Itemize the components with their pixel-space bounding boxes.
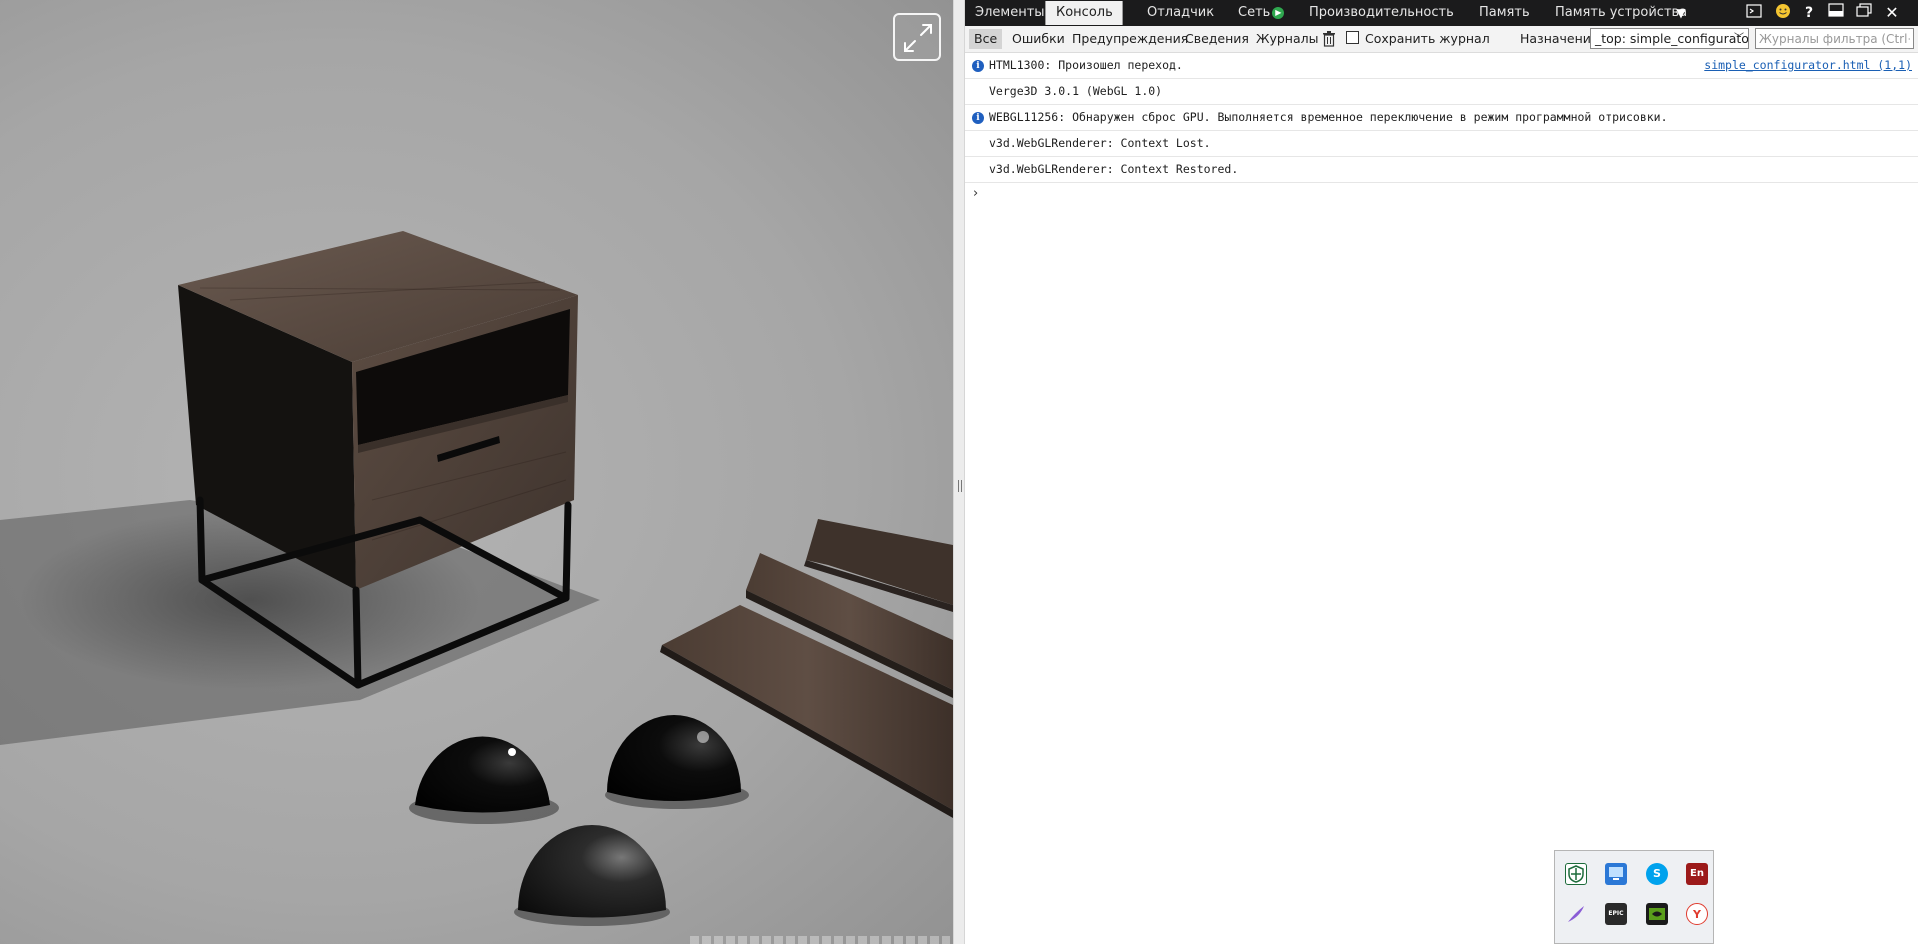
tab-memory[interactable]: Память — [1469, 1, 1540, 25]
target-label: Назначение — [1520, 31, 1599, 46]
tab-network-label: Сеть — [1238, 5, 1271, 20]
message-text: v3d.WebGLRenderer: Context Restored. — [989, 162, 1239, 176]
console-filter-input[interactable] — [1755, 28, 1914, 49]
smiley-feedback-icon[interactable] — [1773, 3, 1793, 23]
close-icon[interactable]: ✕ — [1882, 3, 1902, 23]
message-text: Verge3D 3.0.1 (WebGL 1.0) — [989, 84, 1163, 98]
trash-icon — [1323, 31, 1335, 47]
info-icon: i — [972, 60, 984, 72]
keep-log-label: Сохранить журнал — [1365, 31, 1490, 46]
help-icon[interactable]: ? — [1799, 3, 1819, 23]
system-tray-overflow: S En EPIC Y — [1554, 850, 1714, 944]
console-prompt-input[interactable]: › — [965, 183, 1918, 205]
webgl-canvas[interactable] — [0, 0, 953, 944]
record-play-icon: ▶ — [1272, 6, 1285, 19]
devtools-tabbar: Элементы Консоль Отладчик Сеть ▶ Производ… — [965, 0, 1918, 26]
console-message: v3d.WebGLRenderer: Context Restored. — [965, 157, 1918, 183]
console-message: v3d.WebGLRenderer: Context Lost. — [965, 131, 1918, 157]
console-icon[interactable] — [1744, 3, 1764, 23]
yandex-browser-icon[interactable]: Y — [1686, 903, 1708, 925]
filter-logs[interactable]: Журналы — [1251, 29, 1324, 49]
tab-console[interactable]: Консоль — [1045, 1, 1123, 25]
filter-warnings[interactable]: Предупреждения — [1067, 29, 1193, 49]
sphere-right — [607, 715, 741, 801]
console-filterbar: Все Ошибки Предупреждения Сведения Журна… — [965, 26, 1918, 53]
dictionary-en-icon[interactable]: En — [1686, 863, 1708, 885]
dock-icon[interactable] — [1826, 3, 1846, 23]
target-select-value: _top: simple_configurator — [1595, 31, 1749, 46]
prompt-chevron-icon: › — [973, 186, 979, 201]
splitter-grip-icon — [958, 480, 962, 492]
target-select[interactable]: _top: simple_configurator ﹀ — [1590, 28, 1749, 49]
info-icon: i — [972, 112, 984, 124]
undock-icon[interactable] — [1854, 3, 1874, 23]
sphere-left — [415, 736, 550, 813]
filter-info[interactable]: Сведения — [1180, 29, 1254, 49]
pane-splitter[interactable] — [953, 0, 965, 944]
scene-render — [0, 231, 953, 926]
console-output: i HTML1300: Произошел переход. simple_co… — [965, 53, 1918, 944]
more-tabs-icon[interactable]: ▼ — [1671, 3, 1691, 23]
tab-elements[interactable]: Элементы — [965, 1, 1055, 25]
console-message: i WEBGL11256: Обнаружен сброс GPU. Выпол… — [965, 105, 1918, 131]
message-text: WEBGL11256: Обнаружен сброс GPU. Выполня… — [989, 110, 1668, 124]
message-source-link[interactable]: simple_configurator.html (1,1) — [1704, 53, 1912, 78]
message-text: HTML1300: Произошел переход. — [989, 58, 1183, 72]
filter-errors[interactable]: Ошибки — [1007, 29, 1070, 49]
tab-debugger[interactable]: Отладчик — [1137, 1, 1224, 25]
tab-performance[interactable]: Производительность — [1299, 1, 1464, 25]
feather-pen-icon[interactable] — [1565, 903, 1587, 925]
message-text: v3d.WebGLRenderer: Context Lost. — [989, 136, 1211, 150]
console-message: Verge3D 3.0.1 (WebGL 1.0) — [965, 79, 1918, 105]
network-monitor-icon[interactable] — [1605, 863, 1627, 885]
skype-icon[interactable]: S — [1646, 863, 1668, 885]
console-message: i HTML1300: Произошел переход. simple_co… — [965, 53, 1918, 79]
keep-log-checkbox[interactable]: Сохранить журнал — [1346, 29, 1490, 49]
nvidia-icon[interactable] — [1646, 903, 1668, 925]
devtools-panel: Элементы Консоль Отладчик Сеть ▶ Производ… — [965, 0, 1918, 944]
epic-games-icon[interactable]: EPIC — [1605, 903, 1627, 925]
fullscreen-button[interactable] — [893, 13, 941, 61]
clear-console-button[interactable] — [1322, 30, 1336, 48]
expand-arrows-icon — [904, 24, 932, 52]
chevron-down-icon: ﹀ — [1734, 33, 1744, 44]
watermark — [690, 936, 950, 944]
checkbox-box[interactable] — [1346, 31, 1359, 44]
tab-network[interactable]: Сеть ▶ — [1228, 1, 1294, 25]
defender-shield-icon[interactable] — [1565, 863, 1587, 885]
sphere-front — [518, 825, 666, 918]
filter-all[interactable]: Все — [969, 29, 1003, 49]
